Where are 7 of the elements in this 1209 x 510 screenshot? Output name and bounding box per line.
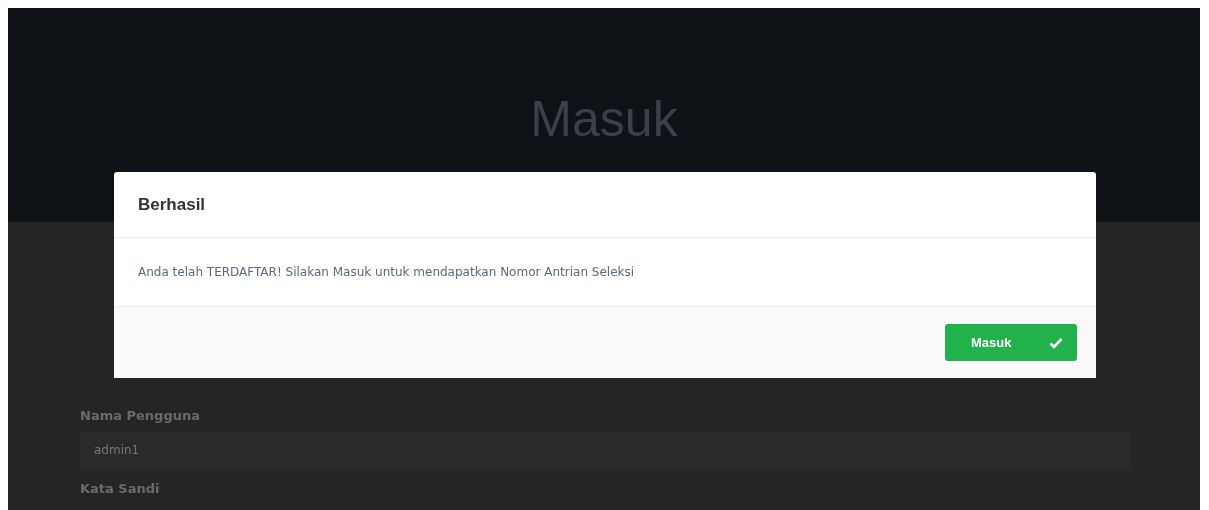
field-label: Nama Pengguna [80,408,201,423]
login-button[interactable]: Masuk [945,324,1077,361]
field-label: Kata Sandi [80,481,161,496]
input-field[interactable]: admin1 [80,431,1130,469]
checkmark-icon [1049,336,1063,349]
modal-title: Berhasil [138,194,206,215]
modal-message: Anda telah TERDAFTAR! Silakan Masuk untuk mendapatkan Nomor Antrian Seleksi [138,265,635,279]
